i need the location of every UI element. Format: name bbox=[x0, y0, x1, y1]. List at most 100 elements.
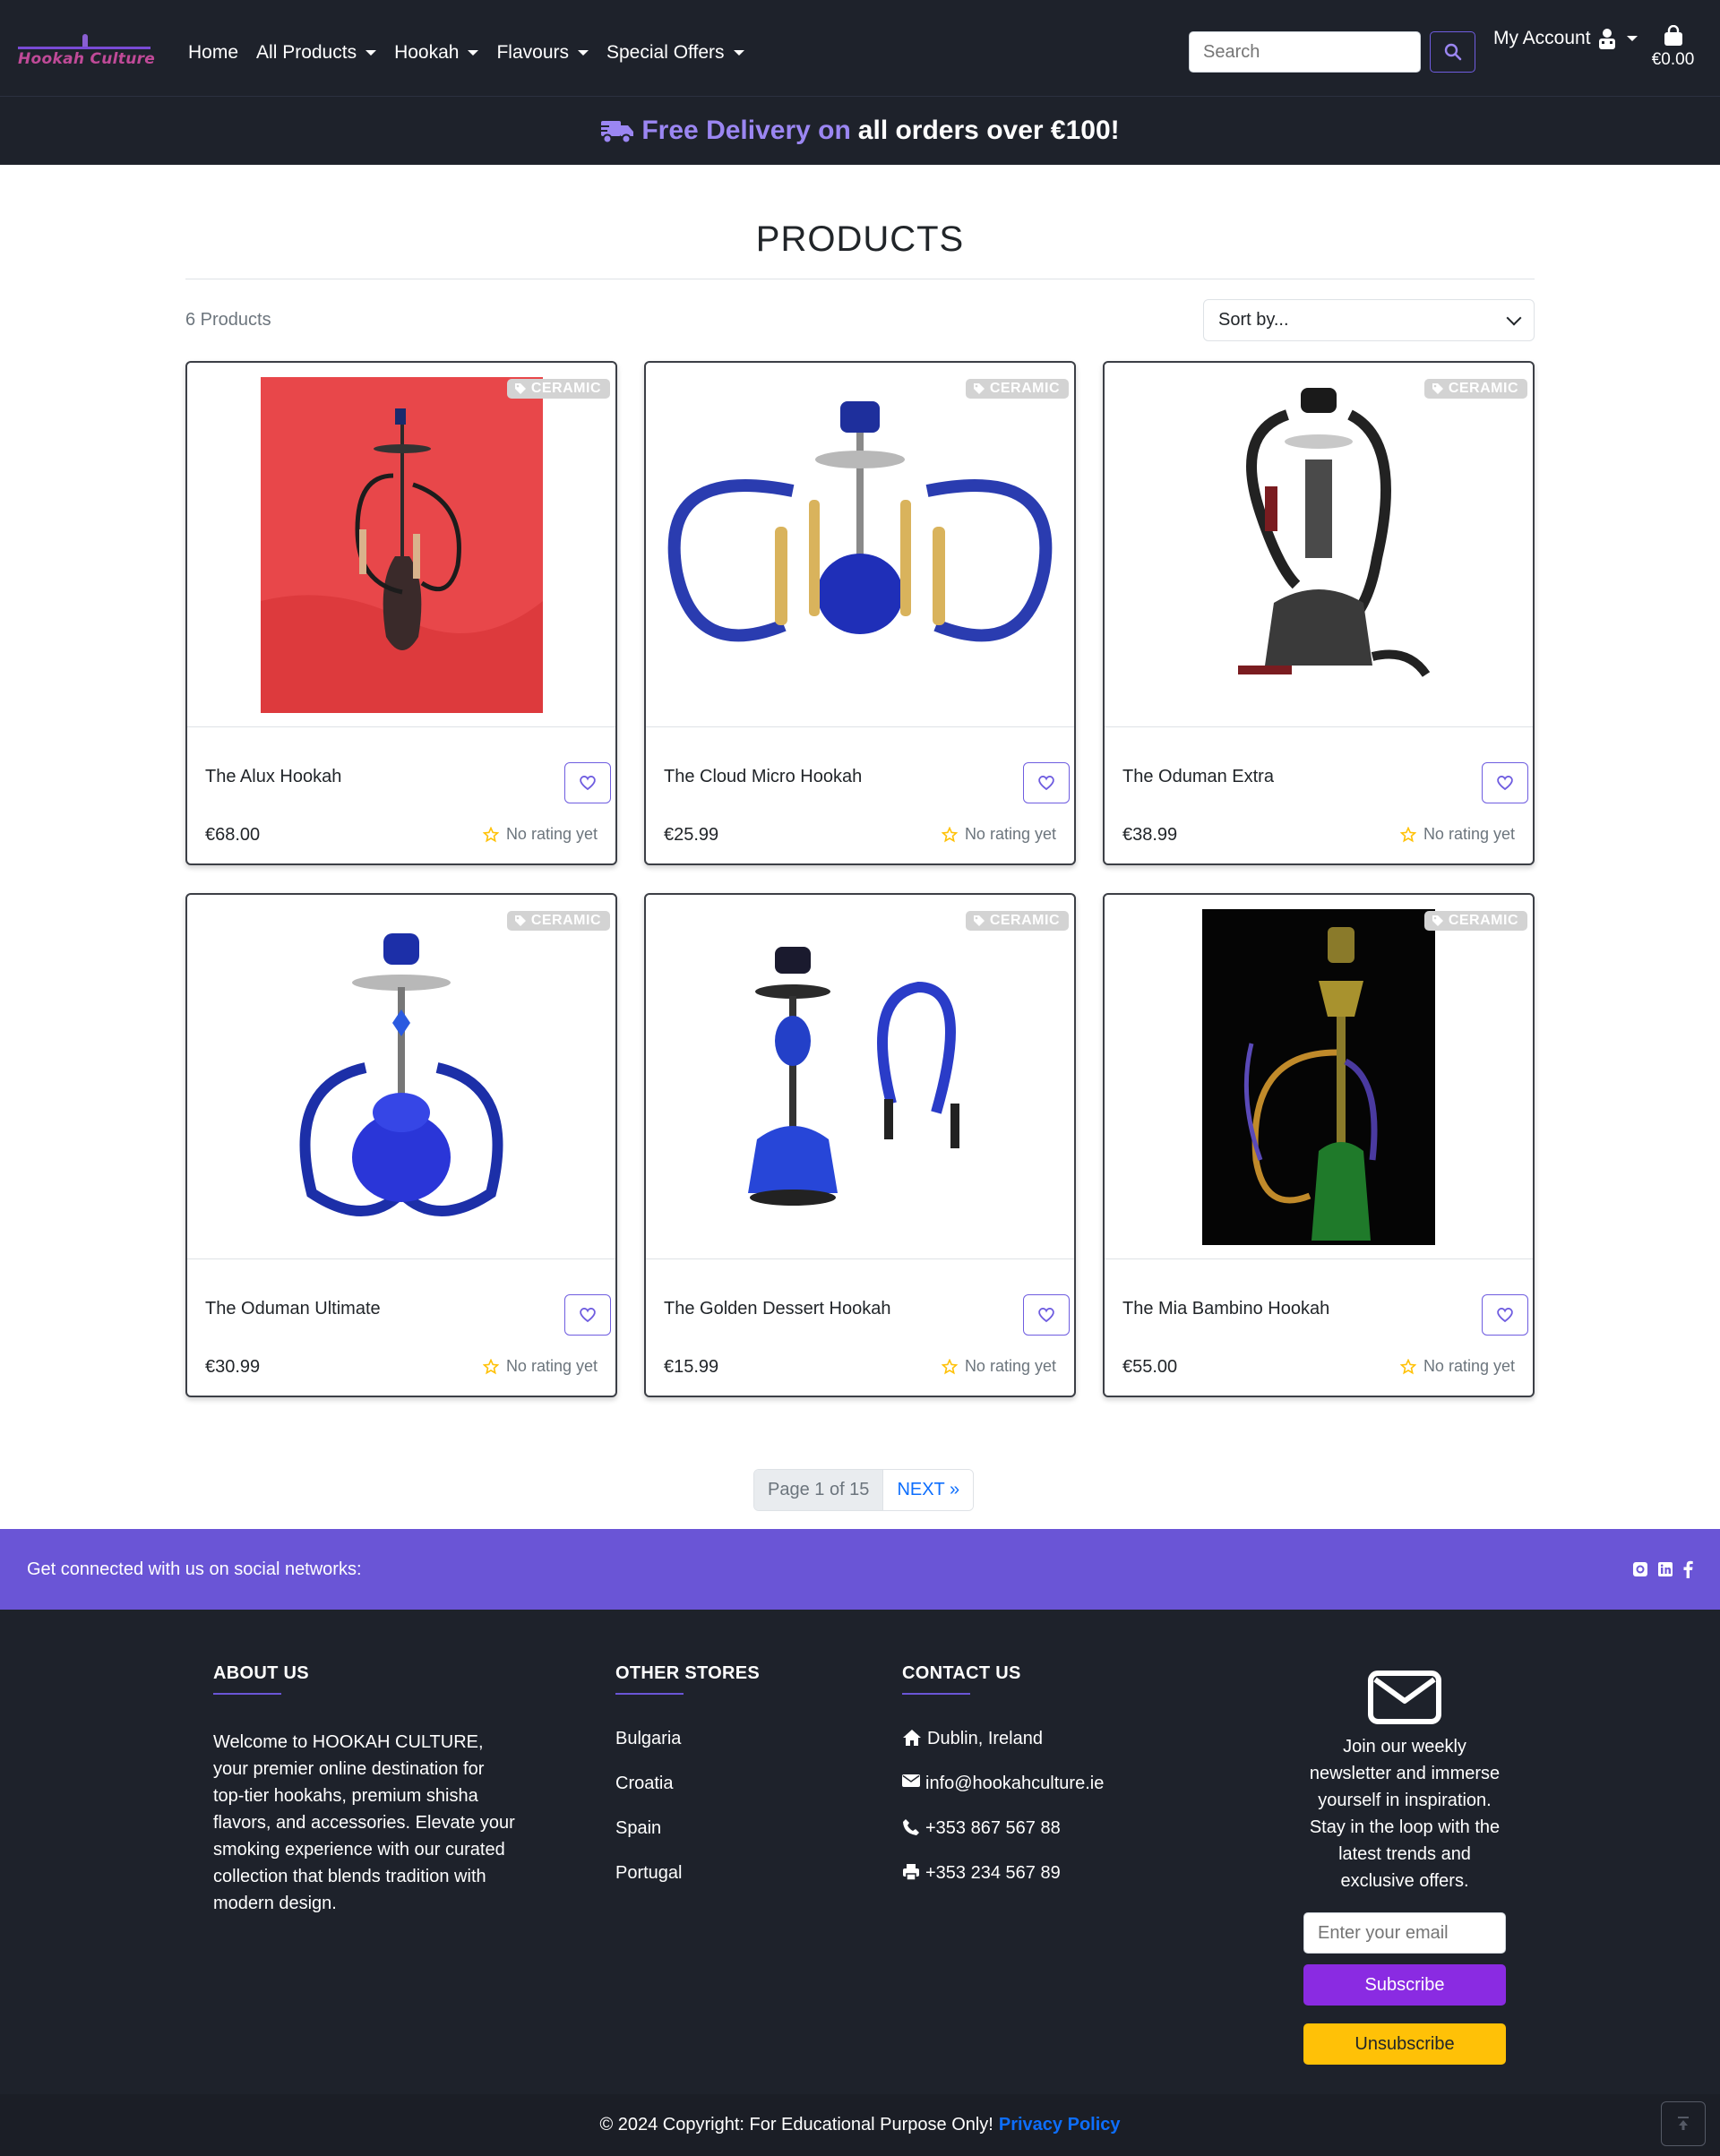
nav-home-label: Home bbox=[188, 41, 239, 63]
product-image[interactable] bbox=[646, 895, 1074, 1259]
top-navbar: Hookah Culture Home All Products Hookah … bbox=[0, 0, 1720, 105]
back-to-top-button[interactable] bbox=[1661, 2101, 1706, 2146]
contact-email[interactable]: info@hookahculture.ie bbox=[902, 1774, 1104, 1818]
product-name[interactable]: The Mia Bambino Hookah bbox=[1122, 1299, 1329, 1319]
heading-underline bbox=[902, 1693, 970, 1695]
product-name[interactable]: The Golden Dessert Hookah bbox=[664, 1299, 890, 1319]
search-icon bbox=[1444, 43, 1461, 61]
promo-highlight: Free Delivery on bbox=[641, 116, 851, 145]
contact-list: Dublin, Ireland info@hookahculture.ie +3… bbox=[902, 1729, 1104, 1908]
wishlist-button[interactable] bbox=[1023, 1294, 1070, 1336]
tag-icon bbox=[514, 915, 526, 926]
next-page-link[interactable]: NEXT » bbox=[883, 1470, 974, 1510]
store-link-croatia[interactable]: Croatia bbox=[615, 1774, 760, 1818]
wishlist-button[interactable] bbox=[564, 762, 611, 803]
wishlist-button[interactable] bbox=[1023, 762, 1070, 803]
product-rating: No rating yet bbox=[941, 1357, 1056, 1376]
product-card[interactable]: CERAMIC The Alux Hookah €68.00 No rating… bbox=[185, 361, 617, 865]
nav-flavours[interactable]: Flavours bbox=[487, 42, 598, 64]
tag-icon bbox=[1432, 915, 1443, 926]
product-rating: No rating yet bbox=[482, 825, 598, 844]
linkedin-icon[interactable] bbox=[1657, 1561, 1673, 1577]
newsletter-email-input[interactable] bbox=[1303, 1912, 1506, 1954]
nav-hookah[interactable]: Hookah bbox=[385, 42, 487, 64]
cart-button[interactable]: €0.00 bbox=[1648, 25, 1698, 70]
stores-heading: OTHER STORES bbox=[615, 1663, 761, 1683]
product-card[interactable]: CERAMIC The Oduman Ultimate €30.99 No ra… bbox=[185, 893, 617, 1397]
product-card[interactable]: CERAMIC The Oduman Extra €38.99 No ratin… bbox=[1103, 361, 1535, 865]
github-icon[interactable] bbox=[1632, 1561, 1648, 1577]
unsubscribe-button[interactable]: Unsubscribe bbox=[1303, 2023, 1506, 2065]
product-count: 6 Products bbox=[185, 310, 271, 330]
nav-special-offers[interactable]: Special Offers bbox=[598, 42, 753, 64]
hookah-image bbox=[260, 376, 543, 713]
email-text: info@hookahculture.ie bbox=[925, 1774, 1105, 1793]
star-icon bbox=[1399, 826, 1416, 842]
nav-links: Home All Products Hookah Flavours Specia… bbox=[179, 42, 753, 64]
product-card[interactable]: CERAMIC The Cloud Micro Hookah €25.99 No… bbox=[644, 361, 1076, 865]
product-card[interactable]: CERAMIC The Golden Dessert Hookah €15.99… bbox=[644, 893, 1076, 1397]
product-image[interactable] bbox=[1105, 363, 1533, 727]
arrow-up-icon bbox=[1678, 2117, 1689, 2130]
store-link-portugal[interactable]: Portugal bbox=[615, 1863, 760, 1908]
product-image[interactable] bbox=[1105, 895, 1533, 1259]
account-dropdown[interactable]: My Account bbox=[1493, 27, 1638, 50]
footer: ABOUT US Welcome to HOOKAH CULTURE, your… bbox=[0, 1610, 1720, 2094]
nav-flavours-label: Flavours bbox=[496, 41, 569, 63]
caret-down-icon bbox=[366, 49, 377, 56]
nav-all-products[interactable]: All Products bbox=[247, 42, 385, 64]
envelope-icon bbox=[1368, 1671, 1441, 1724]
about-heading: ABOUT US bbox=[213, 1663, 309, 1683]
contact-heading: CONTACT US bbox=[902, 1663, 1021, 1683]
product-name[interactable]: The Alux Hookah bbox=[205, 767, 341, 787]
about-text: Welcome to HOOKAH CULTURE, your premier … bbox=[213, 1732, 515, 1913]
product-image[interactable] bbox=[187, 895, 615, 1259]
heart-icon bbox=[580, 776, 596, 791]
page-title: PRODUCTS bbox=[755, 219, 965, 259]
category-badge: CERAMIC bbox=[506, 379, 610, 399]
site-logo[interactable]: Hookah Culture bbox=[16, 33, 155, 72]
product-image[interactable] bbox=[646, 363, 1074, 727]
phone-text: +353 867 567 88 bbox=[925, 1818, 1061, 1838]
search-button[interactable] bbox=[1430, 31, 1475, 73]
store-link-bulgaria[interactable]: Bulgaria bbox=[615, 1729, 760, 1774]
store-link-spain[interactable]: Spain bbox=[615, 1818, 760, 1863]
category-badge: CERAMIC bbox=[1423, 911, 1527, 931]
hookah-image bbox=[1202, 379, 1435, 710]
address-text: Dublin, Ireland bbox=[927, 1729, 1043, 1748]
product-card[interactable]: CERAMIC The Mia Bambino Hookah €55.00 No… bbox=[1103, 893, 1535, 1397]
wishlist-button[interactable] bbox=[1482, 762, 1528, 803]
fax-text: +353 234 567 89 bbox=[925, 1863, 1061, 1883]
envelope-icon bbox=[902, 1774, 920, 1787]
product-name[interactable]: The Oduman Extra bbox=[1122, 767, 1274, 787]
wishlist-button[interactable] bbox=[564, 1294, 611, 1336]
contact-phone[interactable]: +353 867 567 88 bbox=[902, 1818, 1104, 1863]
subscribe-button[interactable]: Subscribe bbox=[1303, 1964, 1506, 2006]
sort-select[interactable]: Sort by... bbox=[1203, 299, 1535, 341]
shopping-bag-icon bbox=[1664, 25, 1682, 46]
contact-fax: +353 234 567 89 bbox=[902, 1863, 1104, 1908]
nav-home[interactable]: Home bbox=[179, 42, 247, 64]
footer-contact: CONTACT US Dublin, Ireland info@hookahcu… bbox=[902, 1663, 1104, 1908]
tag-icon bbox=[514, 383, 526, 394]
wishlist-button[interactable] bbox=[1482, 1294, 1528, 1336]
rating-text: No rating yet bbox=[964, 1357, 1056, 1375]
cart-total: €0.00 bbox=[1651, 50, 1695, 69]
tag-icon bbox=[973, 383, 985, 394]
hookah-image bbox=[1202, 908, 1435, 1245]
product-rating: No rating yet bbox=[1399, 825, 1515, 844]
product-name[interactable]: The Oduman Ultimate bbox=[205, 1299, 381, 1319]
product-name[interactable]: The Cloud Micro Hookah bbox=[664, 767, 862, 787]
promo-banner: Free Delivery on all orders over €100! bbox=[0, 96, 1720, 165]
search-input[interactable] bbox=[1189, 31, 1421, 73]
caret-down-icon bbox=[733, 49, 744, 56]
rating-text: No rating yet bbox=[1423, 825, 1515, 843]
privacy-policy-link[interactable]: Privacy Policy bbox=[999, 2115, 1121, 2135]
product-image[interactable] bbox=[187, 363, 615, 727]
tag-icon bbox=[1432, 383, 1443, 394]
facebook-icon[interactable] bbox=[1682, 1560, 1693, 1578]
category-badge: CERAMIC bbox=[965, 911, 1069, 931]
printer-icon bbox=[903, 1864, 919, 1881]
star-icon bbox=[482, 1358, 499, 1374]
badge-label: CERAMIC bbox=[530, 913, 601, 928]
